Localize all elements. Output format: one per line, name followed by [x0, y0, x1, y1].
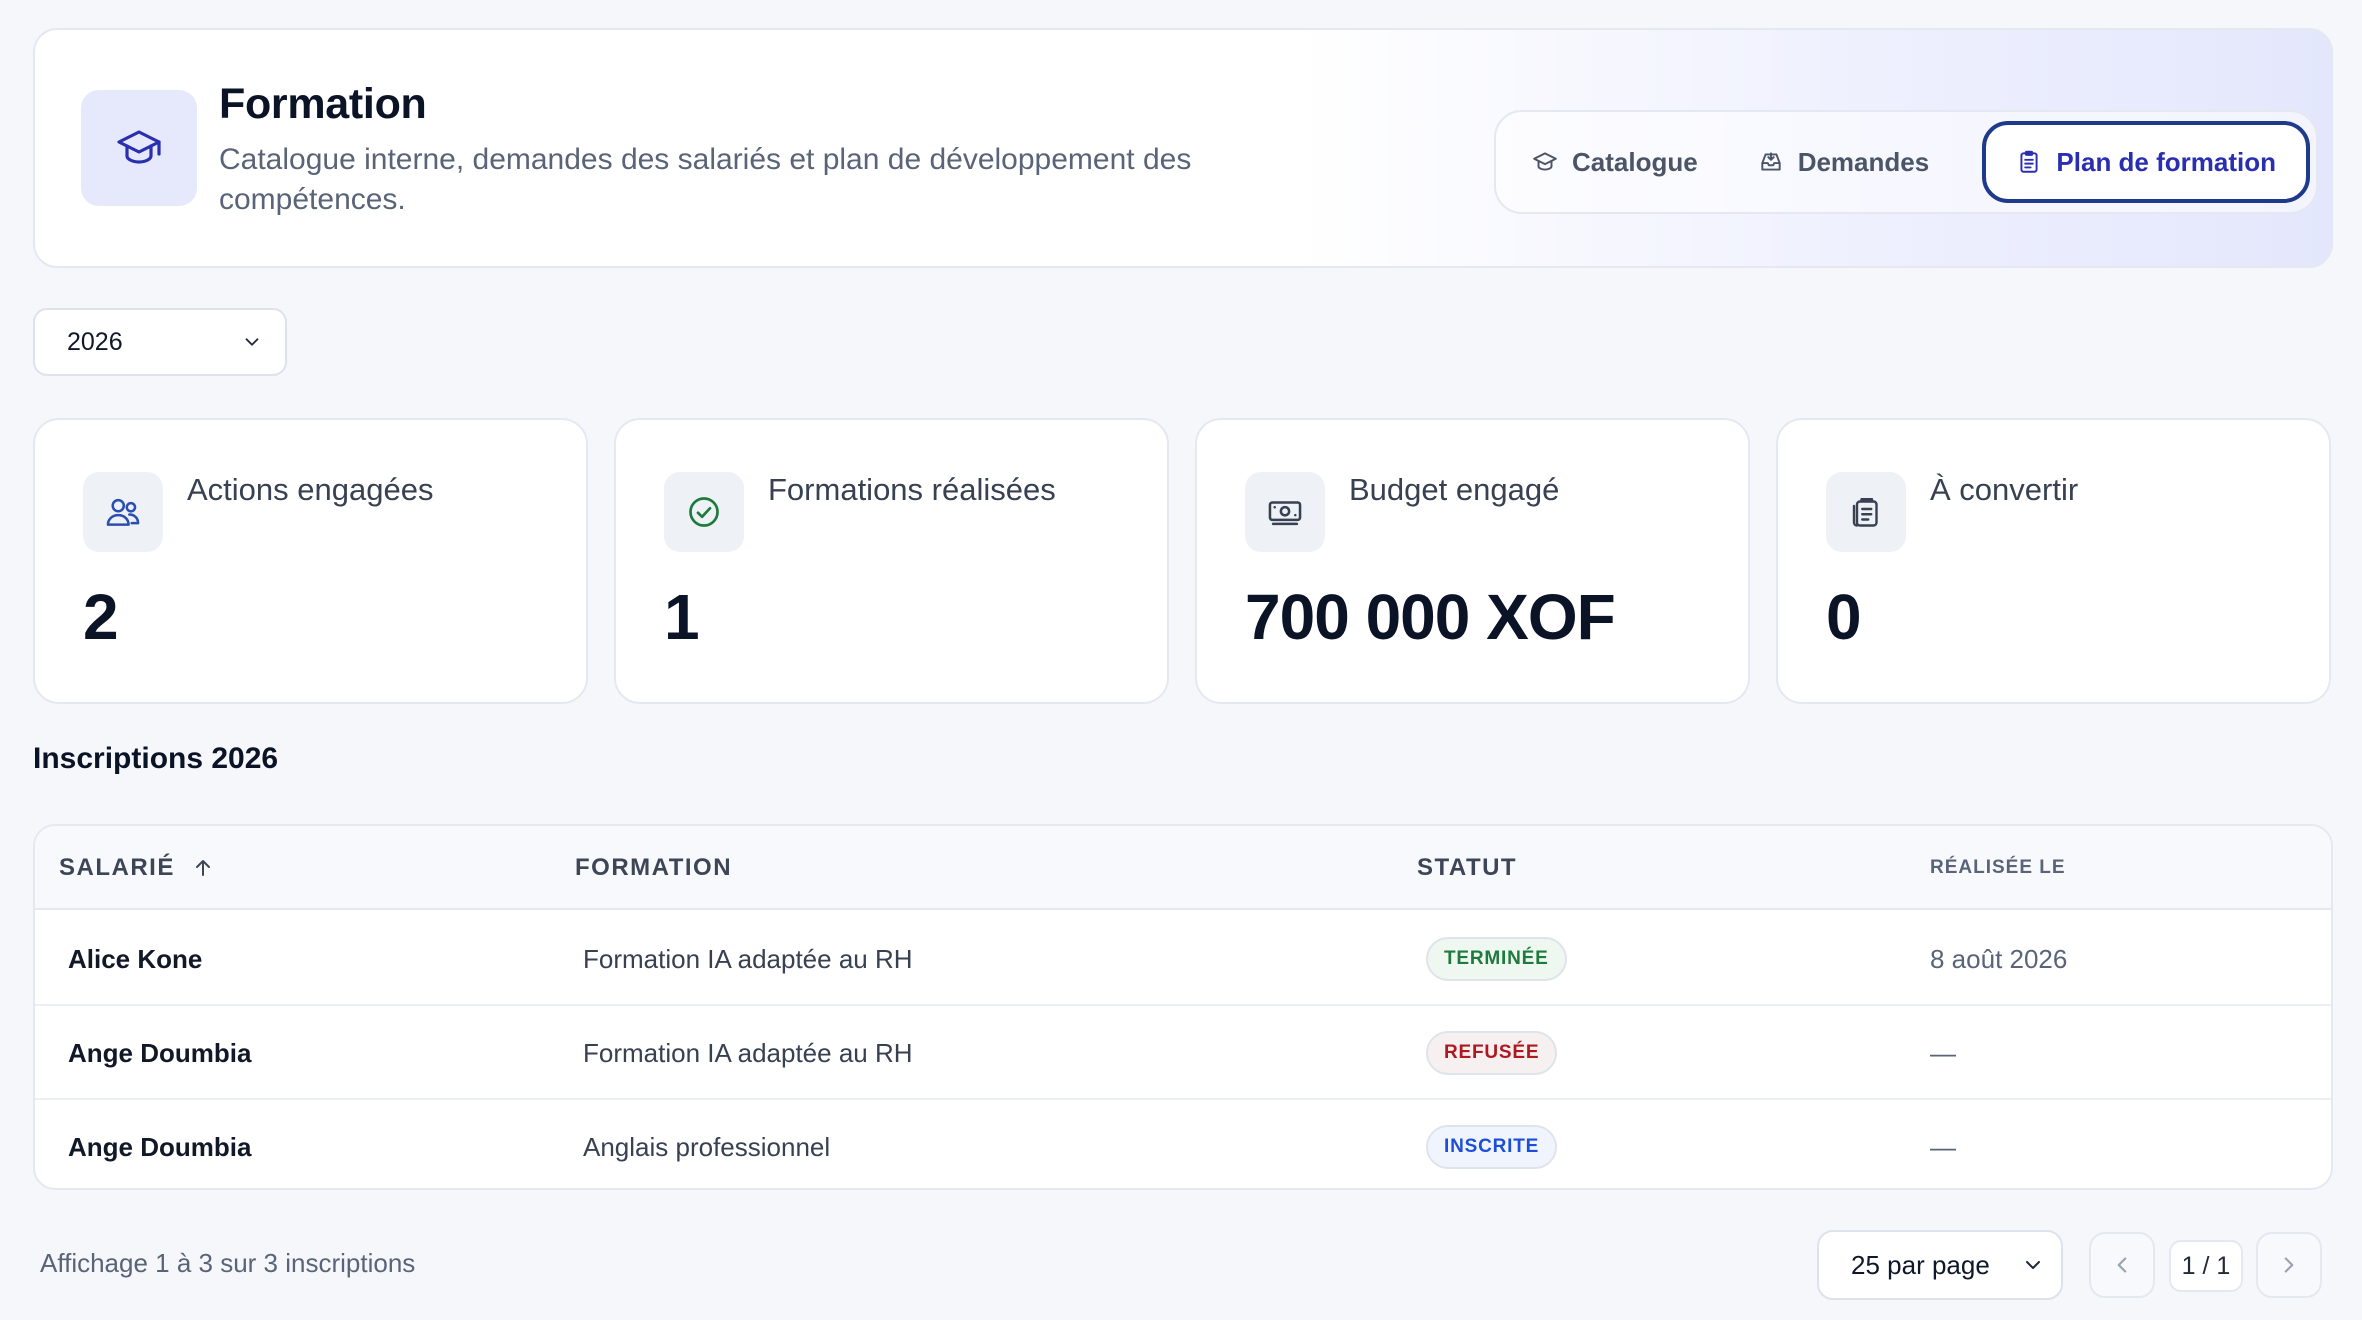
page-subtitle: Catalogue interne, demandes des salariés… — [219, 143, 1192, 216]
tab-bar: Catalogue Demandes Plan de formation — [1494, 110, 2318, 214]
chevron-right-icon — [2284, 1257, 2294, 1273]
stat-label: À convertir — [1930, 472, 2079, 507]
status-badge: INSCRITE — [1426, 1125, 1558, 1169]
users-icon — [83, 472, 163, 552]
tab-label: Plan de formation — [2056, 146, 2276, 177]
employee-name: Ange Doumbia — [68, 1131, 252, 1162]
pagination-info: Affichage 1 à 3 sur 3 inscriptions — [40, 1248, 416, 1278]
next-page-button[interactable] — [2256, 1232, 2322, 1298]
header-card: Formation Catalogue interne, demandes de… — [33, 28, 2333, 268]
completion-date: 8 août 2026 — [1930, 943, 2068, 974]
chevron-down-icon — [245, 338, 259, 346]
column-header-salarie[interactable]: SALARIÉ — [59, 826, 215, 910]
status-badge: TERMINÉE — [1426, 937, 1567, 981]
year-select[interactable]: 2026 — [33, 308, 287, 376]
stat-value: 700 000 XOF — [1245, 581, 1616, 653]
column-header-realisee-le[interactable]: RÉALISÉE LE — [1930, 826, 2066, 910]
status-cell: TERMINÉE — [1426, 912, 1567, 1006]
column-header-label: SALARIÉ — [59, 854, 175, 881]
page-title: Formation — [219, 80, 427, 128]
stat-value: 0 — [1826, 581, 1862, 653]
graduation-cap-icon — [81, 90, 197, 206]
status-cell: INSCRITE — [1426, 1100, 1558, 1188]
column-header-formation[interactable]: FORMATION — [575, 826, 732, 910]
column-header-label: RÉALISÉE LE — [1930, 857, 2066, 878]
status-cell: REFUSÉE — [1426, 1006, 1558, 1100]
stat-card-budget: Budget engagé 700 000 XOF — [1195, 418, 1750, 704]
year-value: 2026 — [67, 327, 123, 356]
formation-name: Anglais professionnel — [583, 1131, 831, 1162]
column-header-statut[interactable]: STATUT — [1417, 826, 1517, 910]
formation-name: Formation IA adaptée au RH — [583, 943, 913, 974]
table-row[interactable]: Ange Doumbia Formation IA adaptée au RH … — [35, 1006, 2331, 1100]
tab-label: Catalogue — [1572, 146, 1698, 177]
employee-name: Alice Kone — [68, 943, 203, 974]
stat-value: 1 — [664, 581, 700, 653]
tab-catalogue[interactable]: Catalogue — [1502, 121, 1728, 203]
formation-name: Formation IA adaptée au RH — [583, 1037, 913, 1068]
stat-label: Budget engagé — [1349, 472, 1560, 507]
tab-plan-de-formation[interactable]: Plan de formation — [1982, 121, 2310, 203]
completion-date: — — [1930, 1037, 1956, 1068]
inscriptions-table: SALARIÉ FORMATION STATUT RÉALISÉE LE Ali… — [33, 824, 2333, 1190]
column-header-label: FORMATION — [575, 854, 733, 881]
tab-label: Demandes — [1797, 146, 1930, 177]
inbox-download-icon — [1761, 152, 1781, 171]
chevron-left-icon — [2117, 1257, 2127, 1273]
section-title: Inscriptions 2026 — [33, 742, 279, 775]
employee-name: Ange Doumbia — [68, 1037, 252, 1068]
column-header-label: STATUT — [1417, 854, 1518, 881]
completion-date: — — [1930, 1131, 1956, 1162]
stat-label: Actions engagées — [187, 472, 434, 507]
graduation-cap-icon — [1533, 152, 1557, 171]
check-circle-icon — [664, 472, 744, 552]
stat-card-convertir: À convertir 0 — [1776, 418, 2331, 704]
chevron-down-icon — [2026, 1261, 2040, 1269]
stat-value: 2 — [83, 581, 119, 653]
page: Formation Catalogue interne, demandes de… — [0, 0, 2362, 1320]
status-badge: REFUSÉE — [1426, 1031, 1558, 1075]
per-page-select[interactable]: 25 par page — [1817, 1230, 2063, 1300]
tab-demandes[interactable]: Demandes — [1728, 121, 1960, 203]
page-indicator: 1 / 1 — [2169, 1240, 2243, 1292]
clipboard-list-icon — [1826, 472, 1906, 552]
table-row[interactable]: Ange Doumbia Anglais professionnel INSCR… — [35, 1100, 2331, 1188]
previous-page-button[interactable] — [2089, 1232, 2155, 1298]
stat-card-formations: Formations réalisées 1 — [614, 418, 1169, 704]
arrow-up-icon — [195, 860, 210, 876]
clipboard-icon — [2020, 150, 2038, 173]
table-row[interactable]: Alice Kone Formation IA adaptée au RH TE… — [35, 912, 2331, 1006]
stat-card-actions: Actions engagées 2 — [33, 418, 588, 704]
table-header: SALARIÉ FORMATION STATUT RÉALISÉE LE — [35, 826, 2331, 910]
banknote-icon — [1245, 472, 1325, 552]
per-page-value: 25 par page — [1851, 1249, 1990, 1280]
stat-label: Formations réalisées — [768, 472, 1056, 507]
